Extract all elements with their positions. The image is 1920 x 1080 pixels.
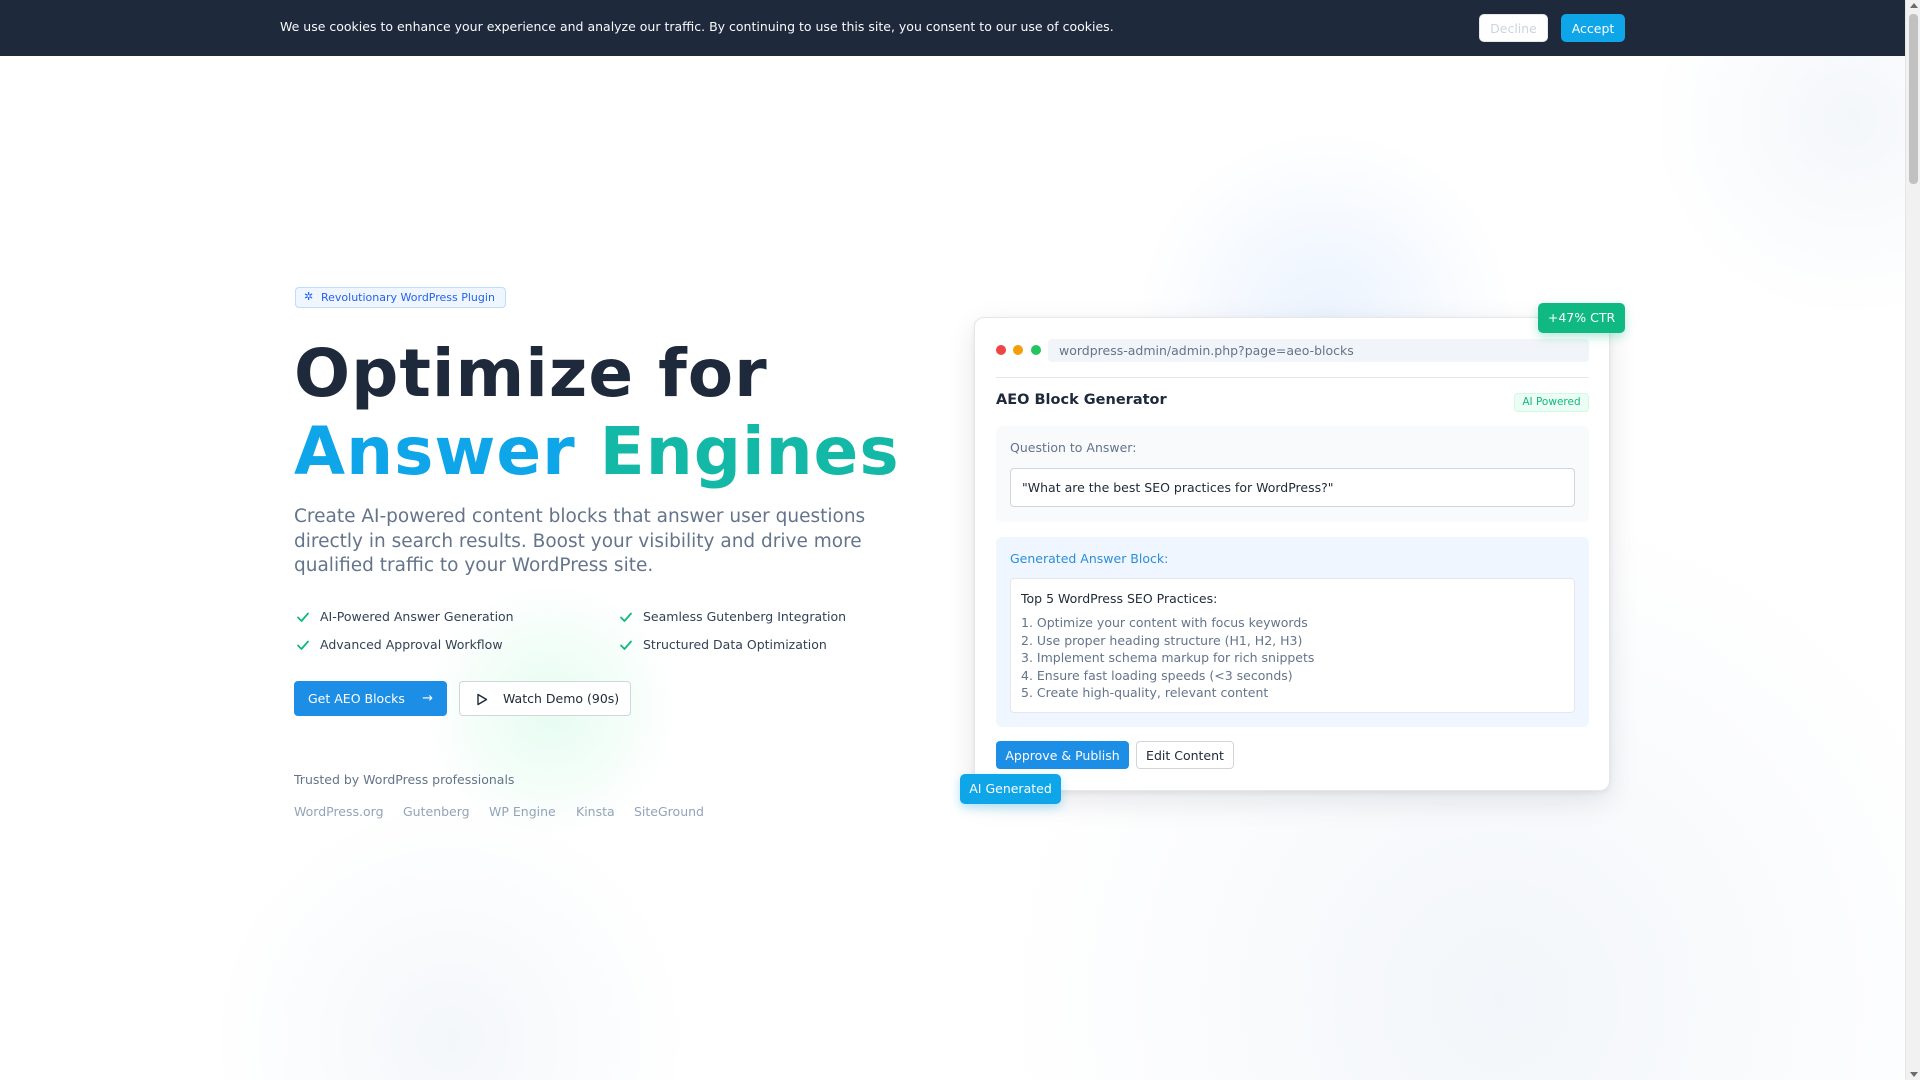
- arrow-right-icon: →: [422, 691, 433, 706]
- check-icon: [297, 612, 309, 622]
- trusted-logo: Kinsta: [576, 804, 615, 819]
- headline-line1: Optimize for: [294, 335, 768, 412]
- get-aeo-blocks-button[interactable]: Get AEO Blocks →: [294, 681, 447, 716]
- sparkle-icon: ✲: [304, 290, 314, 303]
- trusted-logo: WP Engine: [489, 804, 556, 819]
- trusted-label: Trusted by WordPress professionals: [294, 772, 515, 787]
- decline-cookies-button[interactable]: Decline: [1479, 14, 1548, 42]
- answer-label: Generated Answer Block:: [1010, 551, 1169, 566]
- scroll-down-arrow-icon[interactable]: [1910, 1072, 1918, 1077]
- answer-list-item: 2. Use proper heading structure (H1, H2,…: [1021, 633, 1303, 648]
- question-label: Question to Answer:: [1010, 440, 1137, 455]
- answer-list-item: 3. Implement schema markup for rich snip…: [1021, 650, 1315, 665]
- ctr-badge: +47% CTR: [1538, 303, 1625, 333]
- page-background: We use cookies to enhance your experienc…: [0, 0, 1905, 1080]
- hero-badge-label: Revolutionary WordPress Plugin: [321, 291, 495, 304]
- trusted-logo: Gutenberg: [403, 804, 470, 819]
- url-bar: wordpress-admin/admin.php?page=aeo-block…: [1048, 339, 1589, 362]
- headline-word-engines: Engines: [599, 413, 900, 490]
- check-icon: [297, 640, 309, 650]
- window-close-dot: [996, 345, 1006, 355]
- question-input[interactable]: "What are the best SEO practices for Wor…: [1010, 468, 1575, 507]
- headline-line2: Answer Engines: [294, 412, 900, 492]
- scrollbar-thumb[interactable]: [1909, 14, 1918, 184]
- watch-demo-button[interactable]: Watch Demo (90s): [459, 681, 631, 716]
- watch-demo-label: Watch Demo (90s): [503, 691, 620, 706]
- cookie-message: We use cookies to enhance your experienc…: [280, 19, 1114, 34]
- answer-list-item: 1. Optimize your content with focus keyw…: [1021, 615, 1308, 630]
- get-aeo-blocks-label: Get AEO Blocks: [308, 691, 405, 706]
- answer-list-item: 4. Ensure fast loading speeds (<3 second…: [1021, 668, 1293, 683]
- card-divider: [996, 377, 1589, 378]
- approve-publish-button[interactable]: Approve & Publish: [996, 741, 1129, 769]
- answer-list-item: 5. Create high-quality, relevant content: [1021, 685, 1269, 700]
- feature-label: Advanced Approval Workflow: [320, 637, 503, 652]
- hero-badge: ✲ Revolutionary WordPress Plugin: [295, 287, 506, 308]
- check-icon: [620, 612, 632, 622]
- ai-powered-badge: AI Powered: [1514, 393, 1589, 412]
- window-maximize-dot: [1031, 345, 1041, 355]
- ai-generated-badge: AI Generated: [960, 774, 1061, 804]
- play-icon: [477, 693, 488, 706]
- scroll-up-arrow-icon[interactable]: [1910, 3, 1918, 8]
- headline-word-answer: Answer: [294, 413, 576, 490]
- accept-cookies-button[interactable]: Accept: [1561, 14, 1625, 42]
- edit-content-button[interactable]: Edit Content: [1136, 741, 1234, 769]
- page-scrollbar[interactable]: [1905, 0, 1920, 1080]
- window-minimize-dot: [1013, 345, 1023, 355]
- trusted-logo: WordPress.org: [294, 804, 384, 819]
- check-icon: [620, 640, 632, 650]
- card-title: AEO Block Generator: [996, 392, 1167, 408]
- trusted-logo: SiteGround: [634, 804, 704, 819]
- feature-label: AI-Powered Answer Generation: [320, 609, 514, 624]
- feature-label: Seamless Gutenberg Integration: [643, 609, 847, 624]
- cookie-banner: We use cookies to enhance your experienc…: [0, 0, 1905, 56]
- hero-subtitle: Create AI-powered content blocks that an…: [294, 506, 866, 576]
- answer-heading: Top 5 WordPress SEO Practices:: [1021, 591, 1218, 606]
- feature-label: Structured Data Optimization: [643, 637, 827, 652]
